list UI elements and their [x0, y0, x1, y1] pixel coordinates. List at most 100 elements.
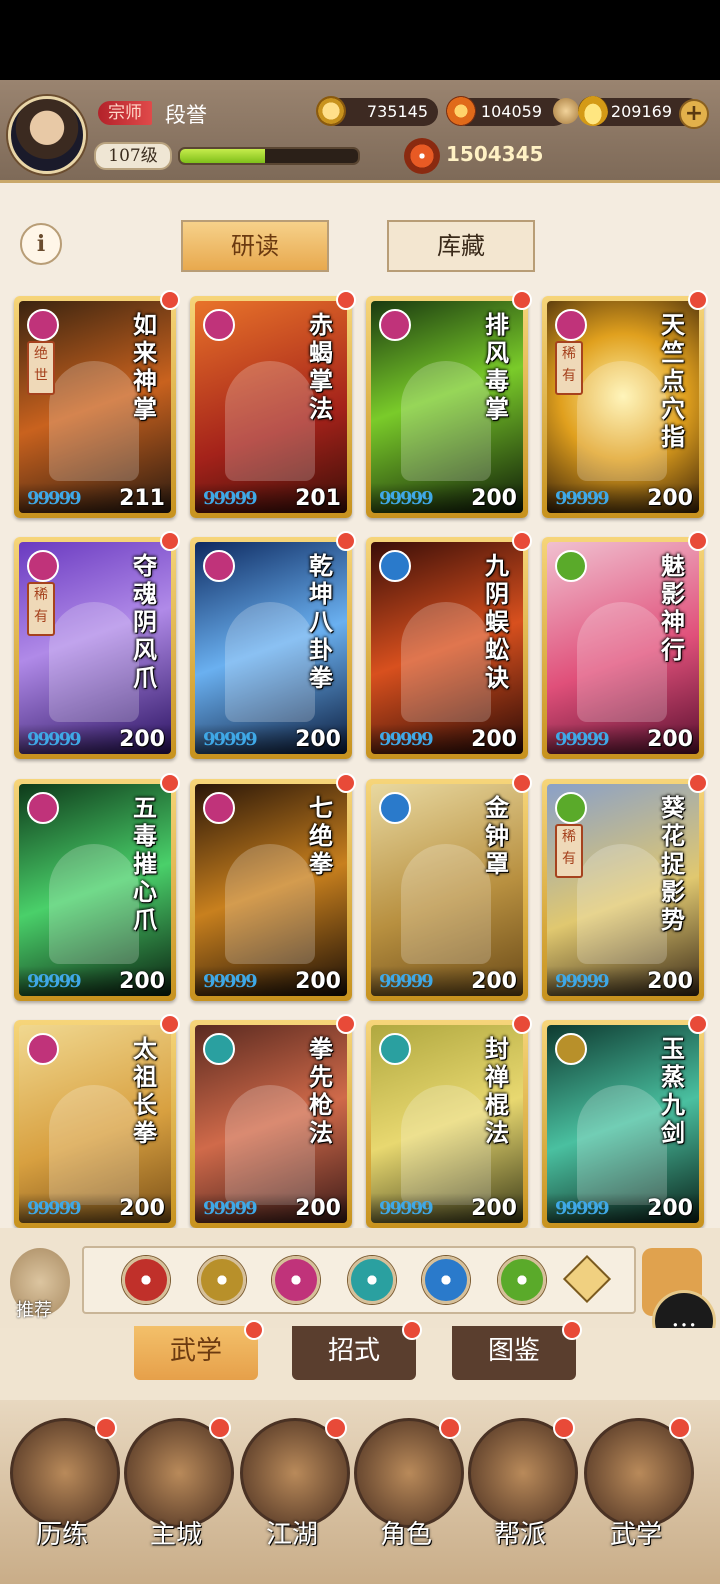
notification-dot [336, 290, 356, 310]
martial-art-card[interactable]: 金钟罩 99999 200 [366, 773, 532, 1001]
recommend-button[interactable]: 推荐 [10, 1248, 70, 1321]
martial-art-card[interactable]: 七绝拳 99999 200 [190, 773, 356, 1001]
teapot-filter-icon[interactable] [498, 1256, 546, 1304]
card-level: 200 [119, 1196, 165, 1221]
star-drops: 99999 [555, 488, 610, 509]
card-name: 赤蝎掌法 [309, 310, 333, 423]
card-name: 封禅棍法 [485, 1034, 509, 1147]
card-artwork: 排风毒掌 99999 200 [371, 301, 523, 513]
martial-art-card[interactable]: 魅影神行 99999 200 [542, 531, 708, 759]
nav-1[interactable] [10, 1417, 120, 1528]
nav-4[interactable] [354, 1417, 464, 1528]
martial-art-card[interactable]: 葵花捉影势 稀有 99999 200 [542, 773, 708, 1001]
gem-icon [446, 96, 476, 126]
star-drops: 99999 [203, 729, 258, 750]
sword-filter-icon[interactable] [122, 1256, 170, 1304]
martial-art-card[interactable]: 太祖长拳 99999 200 [14, 1014, 180, 1228]
card-name: 天竺点穴指 [661, 310, 685, 451]
nav-3[interactable] [240, 1417, 350, 1528]
tab-collection[interactable]: 库藏 [387, 220, 535, 272]
add-gold-button[interactable]: + [679, 99, 709, 129]
character-figure [577, 1085, 667, 1205]
nav-2[interactable] [124, 1417, 234, 1528]
tab-study[interactable]: 研读 [181, 220, 329, 272]
card-artwork: 金钟罩 99999 200 [371, 784, 523, 996]
card-artwork: 夺魂阴风爪 稀有 99999 200 [19, 542, 171, 754]
card-level: 200 [295, 1196, 341, 1221]
martial-art-card[interactable]: 拳先枪法 99999 200 [190, 1014, 356, 1228]
star-drops: 99999 [379, 971, 434, 992]
rank-badge: 宗师 [98, 101, 152, 125]
recommend-label: 推荐 [16, 1300, 52, 1321]
card-artwork: 葵花捉影势 稀有 99999 200 [547, 784, 699, 996]
nav-label: 主城 [149, 1520, 202, 1550]
star-drops: 99999 [203, 488, 258, 509]
card-name: 夺魂阴风爪 [133, 551, 157, 692]
martial-art-card[interactable]: 夺魂阴风爪 稀有 99999 200 [14, 531, 180, 759]
card-level: 200 [295, 969, 341, 994]
card-level: 200 [119, 969, 165, 994]
martial-art-card[interactable]: 乾坤八卦拳 99999 200 [190, 531, 356, 759]
rarity-tag: 稀有 [555, 341, 583, 395]
subtab-martial[interactable]: 武学 [134, 1320, 264, 1380]
card-level: 200 [295, 727, 341, 752]
notification-dot [688, 531, 708, 551]
card-name: 金钟罩 [485, 793, 509, 878]
star-drops: 99999 [379, 1198, 434, 1219]
card-name: 乾坤八卦拳 [309, 551, 333, 692]
martial-art-card[interactable]: 玉蒸九剑 99999 200 [542, 1014, 708, 1228]
notification-dot [553, 1417, 575, 1439]
card-artwork: 太祖长拳 99999 200 [19, 1025, 171, 1223]
pot-icon [553, 98, 579, 124]
character-figure [225, 602, 315, 722]
card-artwork: 魅影神行 99999 200 [547, 542, 699, 754]
combat-power-value: 1504345 [446, 142, 544, 166]
exp-bar [178, 147, 360, 165]
nav-6[interactable] [584, 1417, 694, 1528]
player-level: 107级 [94, 142, 172, 170]
card-artwork: 玉蒸九剑 99999 200 [547, 1025, 699, 1223]
taiji-filter-icon[interactable] [422, 1256, 470, 1304]
spear-filter-icon[interactable] [198, 1256, 246, 1304]
star-drops: 99999 [379, 729, 434, 750]
martial-art-card[interactable]: 封禅棍法 99999 200 [366, 1014, 532, 1228]
combat-power: 1504345 [404, 142, 543, 166]
school-type-icon [379, 309, 411, 341]
character-figure [401, 602, 491, 722]
martial-art-card[interactable]: 天竺点穴指 稀有 99999 200 [542, 290, 708, 518]
copper-coin-icon [316, 96, 346, 126]
martial-art-card[interactable]: 九阴蜈蚣诀 99999 200 [366, 531, 532, 759]
card-level: 200 [471, 1196, 517, 1221]
star-drops: 99999 [27, 729, 82, 750]
notification-dot [688, 773, 708, 793]
notification-dot [439, 1417, 461, 1439]
school-type-icon [27, 1033, 59, 1065]
star-drops: 99999 [379, 488, 434, 509]
gem-resource[interactable]: 104059 [446, 96, 568, 126]
rarity-tag: 绝世 [27, 341, 55, 395]
copper-resource[interactable]: 735145 [316, 96, 438, 126]
martial-art-card[interactable]: 如来神掌 绝世 99999 211 [14, 290, 180, 518]
nav-5[interactable] [468, 1417, 578, 1528]
school-type-icon [27, 792, 59, 824]
character-figure [401, 1085, 491, 1205]
martial-art-card[interactable]: 赤蝎掌法 99999 201 [190, 290, 356, 518]
school-type-icon [555, 792, 587, 824]
notification-dot [336, 773, 356, 793]
school-type-icon [555, 309, 587, 341]
card-name: 葵花捉影势 [661, 793, 685, 934]
player-avatar[interactable] [8, 96, 86, 174]
subtab-moves[interactable]: 招式 [292, 1320, 422, 1380]
card-artwork: 如来神掌 绝世 99999 211 [19, 301, 171, 513]
martial-art-card[interactable]: 五毒摧心爪 99999 200 [14, 773, 180, 1001]
info-icon[interactable]: i [20, 223, 62, 265]
character-figure [577, 361, 667, 481]
notification-dot [688, 1014, 708, 1034]
subtab-atlas[interactable]: 图鉴 [452, 1320, 582, 1380]
card-artwork: 五毒摧心爪 99999 200 [19, 784, 171, 996]
status-bar [0, 0, 720, 80]
notification-dot [669, 1417, 691, 1439]
palm-filter-icon[interactable] [272, 1256, 320, 1304]
martial-art-card[interactable]: 排风毒掌 99999 200 [366, 290, 532, 518]
fan-filter-icon[interactable] [348, 1256, 396, 1304]
